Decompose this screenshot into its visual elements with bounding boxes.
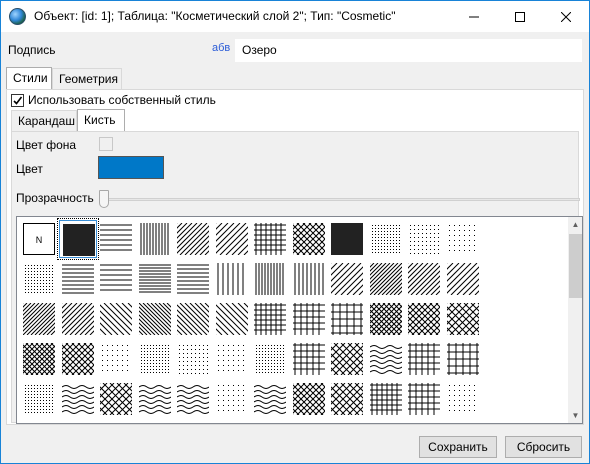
save-button[interactable]: Сохранить [419,436,497,458]
tab-brush[interactable]: Кисть [77,109,125,132]
pattern-swatch-solid[interactable] [56,218,99,260]
pattern-swatch-dots[interactable] [444,220,482,258]
pattern-swatch-solid[interactable] [328,220,366,258]
pattern-swatch-cross[interactable] [290,220,328,258]
tab-styles[interactable]: Стили [6,67,52,90]
pattern-swatch-dots[interactable] [174,340,212,378]
pattern-swatch-d1[interactable] [328,260,366,298]
window-title: Объект: [id: 1]; Таблица: "Косметический… [34,9,396,23]
minimize-button[interactable] [451,1,497,32]
pattern-swatch-grid[interactable] [405,340,443,378]
own-style-checkbox[interactable]: Использовать собственный стиль [11,93,216,107]
brush-panel: Цвет фона Цвет Прозрачность N ▲ ▼ [11,131,583,424]
pattern-swatch-v[interactable] [136,220,174,258]
pattern-swatch-cross[interactable] [367,300,405,338]
styles-panel: Использовать собственный стиль Карандаш … [6,89,584,425]
pattern-swatch-d2[interactable] [174,300,212,338]
pattern-swatch-none[interactable]: N [20,220,58,258]
pattern-swatch-grid[interactable] [290,340,328,378]
pattern-swatch-dots[interactable] [136,340,174,378]
pattern-swatch-dots[interactable] [251,340,289,378]
tab-pencil[interactable]: Карандаш [11,110,77,131]
pattern-swatch-v[interactable] [213,260,251,298]
pattern-swatch-h[interactable] [59,260,97,298]
pattern-swatch-wave[interactable] [174,380,212,418]
pattern-swatch-d2[interactable] [97,300,135,338]
text-type-icon: абв [212,42,231,54]
scroll-thumb[interactable] [569,234,582,298]
pattern-swatch-grid[interactable] [405,380,443,418]
pattern-swatch-cross[interactable] [97,380,135,418]
pattern-swatch-dots[interactable] [20,260,58,298]
scroll-down-icon[interactable]: ▼ [568,408,582,423]
pattern-swatch-d1[interactable] [59,300,97,338]
pattern-swatch-cross[interactable] [444,300,482,338]
pattern-swatch-dots[interactable] [213,340,251,378]
pattern-swatch-d1[interactable] [20,300,58,338]
pattern-swatch-grid[interactable] [290,300,328,338]
object-window: Объект: [id: 1]; Таблица: "Косметический… [0,0,590,464]
pattern-swatch-dots[interactable] [405,220,443,258]
pattern-swatch-cross[interactable] [20,340,58,378]
pattern-swatch-d1[interactable] [213,220,251,258]
pattern-swatch-dots[interactable] [213,380,251,418]
pattern-swatch-grid[interactable] [444,340,482,378]
caption-input[interactable]: Озеро [235,39,582,62]
pattern-swatch-v[interactable] [251,260,289,298]
checkbox-checked-icon[interactable] [11,93,24,107]
pattern-swatch-cross[interactable] [59,340,97,378]
color-swatch[interactable] [98,156,164,179]
pattern-swatch-dots[interactable] [97,340,135,378]
pattern-swatch-grid[interactable] [251,220,289,258]
transparency-label: Прозрачность [16,191,94,205]
pattern-swatch-wave[interactable] [367,340,405,378]
pattern-swatch-grid[interactable] [251,300,289,338]
scroll-up-icon[interactable]: ▲ [568,217,582,232]
background-color-label: Цвет фона [16,138,77,152]
globe-icon [9,8,26,25]
pattern-swatch-dots[interactable] [444,380,482,418]
pattern-swatch-wave[interactable] [59,380,97,418]
reset-button[interactable]: Сбросить [505,436,582,458]
pattern-swatch-cross[interactable] [290,380,328,418]
pattern-swatch-grid[interactable] [328,300,366,338]
own-style-label: Использовать собственный стиль [28,93,216,107]
pattern-swatch-d2[interactable] [213,300,251,338]
transparency-slider[interactable] [102,198,580,201]
color-label: Цвет [16,162,43,176]
pattern-swatch-cross[interactable] [405,300,443,338]
pattern-swatch-dots[interactable] [20,380,58,418]
maximize-button[interactable] [497,1,543,32]
pattern-swatch-d1[interactable] [174,220,212,258]
pattern-swatch-h[interactable] [174,260,212,298]
pattern-swatch-h[interactable] [97,220,135,258]
pattern-swatch-cross[interactable] [328,380,366,418]
pattern-list: N ▲ ▼ [16,216,583,424]
transparency-slider-thumb[interactable] [99,190,109,208]
pattern-swatch-d1[interactable] [367,260,405,298]
pattern-swatch-h[interactable] [97,260,135,298]
pattern-swatch-grid[interactable] [367,380,405,418]
pattern-swatch-d1[interactable] [444,260,482,298]
title-bar: Объект: [id: 1]; Таблица: "Косметический… [1,1,589,32]
caption-label: Подпись [8,43,56,57]
svg-text:N: N [36,235,43,245]
vertical-scrollbar[interactable]: ▲ ▼ [568,217,582,423]
pattern-swatch-d1[interactable] [405,260,443,298]
pattern-swatch-d2[interactable] [136,300,174,338]
caption-row: Подпись абв Озеро [1,32,589,66]
pattern-swatch-h[interactable] [136,260,174,298]
pattern-swatch-cross[interactable] [328,340,366,378]
pattern-swatch-dots[interactable] [367,220,405,258]
pattern-swatch-v[interactable] [290,260,328,298]
background-color-swatch[interactable] [99,137,113,151]
pattern-swatch-wave[interactable] [136,380,174,418]
tab-geometry[interactable]: Геометрия [52,68,122,89]
pattern-swatch-wave[interactable] [251,380,289,418]
close-button[interactable] [543,1,589,32]
